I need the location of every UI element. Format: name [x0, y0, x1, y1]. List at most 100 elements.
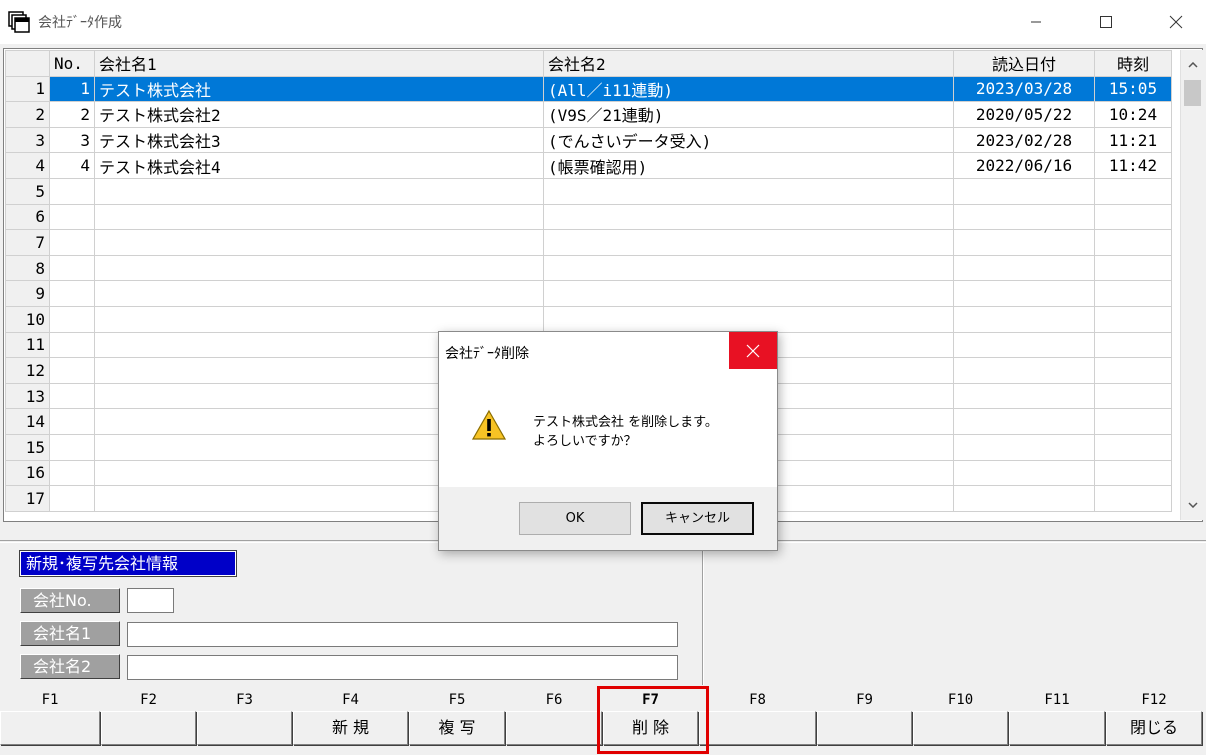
cell-name1[interactable]: テスト株式会社4: [94, 152, 544, 179]
cell-no[interactable]: [49, 229, 95, 256]
fkey-button-f5[interactable]: 複 写: [409, 711, 505, 745]
cell-date[interactable]: [953, 433, 1095, 461]
cell-time[interactable]: [1094, 203, 1172, 231]
cell-no[interactable]: [49, 357, 95, 384]
cell-date[interactable]: 2022/06/16: [953, 152, 1095, 179]
cell-time[interactable]: [1094, 280, 1172, 307]
table-row[interactable]: 3 3 テスト株式会社3 (でんさいデータ受入) 2023/02/28 11:21: [5, 126, 1172, 154]
cancel-button[interactable]: キャンセル: [641, 502, 754, 535]
cell-name2[interactable]: [543, 254, 954, 282]
cell-no[interactable]: [49, 203, 95, 231]
cell-name1[interactable]: [94, 305, 544, 333]
column-header-name2[interactable]: 会社名2: [543, 50, 954, 77]
cell-name1[interactable]: [94, 229, 544, 256]
cell-no[interactable]: [49, 177, 95, 205]
scroll-thumb[interactable]: [1184, 80, 1201, 106]
cell-no[interactable]: [49, 331, 95, 359]
column-header-time[interactable]: 時刻: [1094, 50, 1172, 77]
cell-date[interactable]: [953, 357, 1095, 384]
fkey-button-f6[interactable]: [506, 711, 602, 745]
table-row[interactable]: 10: [5, 305, 1172, 333]
cell-date[interactable]: [953, 177, 1095, 205]
cell-time[interactable]: [1094, 331, 1172, 359]
minimize-button[interactable]: [1013, 0, 1059, 44]
table-row[interactable]: 9: [5, 280, 1172, 307]
row-number[interactable]: 6: [5, 203, 50, 231]
cell-date[interactable]: 2023/02/28: [953, 126, 1095, 154]
cell-date[interactable]: [953, 485, 1095, 512]
row-number[interactable]: 12: [5, 357, 50, 384]
column-header-date[interactable]: 読込日付: [953, 50, 1095, 77]
cell-date[interactable]: [953, 459, 1095, 487]
close-button[interactable]: [1153, 0, 1199, 44]
cell-no[interactable]: [49, 280, 95, 307]
cell-name2[interactable]: [543, 280, 954, 307]
row-number[interactable]: 13: [5, 382, 50, 410]
cell-time[interactable]: 15:05: [1094, 75, 1172, 103]
column-header-no[interactable]: No.: [49, 50, 95, 77]
cell-name1[interactable]: テスト株式会社2: [94, 101, 544, 128]
cell-date[interactable]: [953, 408, 1095, 435]
cell-time[interactable]: [1094, 433, 1172, 461]
cell-name2[interactable]: (All／i11連動): [543, 75, 954, 103]
cell-no[interactable]: [49, 433, 95, 461]
cell-no[interactable]: [49, 459, 95, 487]
cell-date[interactable]: [953, 382, 1095, 410]
company-no-input[interactable]: [127, 588, 174, 613]
cell-no[interactable]: [49, 305, 95, 333]
row-number[interactable]: 1: [5, 75, 50, 103]
fkey-button-f8[interactable]: [699, 711, 816, 745]
table-row[interactable]: 2 2 テスト株式会社2 (V9S／21連動) 2020/05/22 10:24: [5, 101, 1172, 128]
cell-time[interactable]: [1094, 382, 1172, 410]
table-row[interactable]: 7: [5, 229, 1172, 256]
vertical-scrollbar[interactable]: [1180, 50, 1203, 520]
company-name2-input[interactable]: [127, 655, 678, 680]
row-number[interactable]: 11: [5, 331, 50, 359]
cell-time[interactable]: [1094, 408, 1172, 435]
row-number[interactable]: 16: [5, 459, 50, 487]
cell-name1[interactable]: [94, 254, 544, 282]
column-header-name1[interactable]: 会社名1: [94, 50, 544, 77]
ok-button[interactable]: OK: [519, 502, 631, 535]
row-number[interactable]: 2: [5, 101, 50, 128]
table-row[interactable]: 6: [5, 203, 1172, 231]
row-number[interactable]: 14: [5, 408, 50, 435]
cell-time[interactable]: 11:42: [1094, 152, 1172, 179]
table-row[interactable]: 1 1 テスト株式会社 (All／i11連動) 2023/03/28 15:05: [5, 75, 1172, 103]
fkey-button-f2[interactable]: [101, 711, 196, 745]
row-number[interactable]: 4: [5, 152, 50, 179]
fkey-button-f3[interactable]: [197, 711, 292, 745]
row-number[interactable]: 8: [5, 254, 50, 282]
cell-time[interactable]: [1094, 305, 1172, 333]
cell-date[interactable]: [953, 229, 1095, 256]
cell-date[interactable]: 2020/05/22: [953, 101, 1095, 128]
maximize-button[interactable]: [1083, 0, 1129, 44]
cell-no[interactable]: [49, 408, 95, 435]
row-number[interactable]: 17: [5, 485, 50, 512]
scroll-up-button[interactable]: [1181, 54, 1204, 76]
cell-no[interactable]: 4: [49, 152, 95, 179]
cell-name1[interactable]: [94, 280, 544, 307]
cell-time[interactable]: 10:24: [1094, 101, 1172, 128]
row-number[interactable]: 5: [5, 177, 50, 205]
cell-date[interactable]: 2023/03/28: [953, 75, 1095, 103]
fkey-button-f1[interactable]: [0, 711, 100, 745]
cell-name2[interactable]: [543, 177, 954, 205]
cell-name2[interactable]: [543, 305, 954, 333]
cell-name2[interactable]: (帳票確認用): [543, 152, 954, 179]
cell-name1[interactable]: テスト株式会社3: [94, 126, 544, 154]
cell-time[interactable]: [1094, 485, 1172, 512]
cell-no[interactable]: 1: [49, 75, 95, 103]
cell-no[interactable]: [49, 382, 95, 410]
cell-name1[interactable]: テスト株式会社: [94, 75, 544, 103]
cell-no[interactable]: 2: [49, 101, 95, 128]
cell-name2[interactable]: [543, 229, 954, 256]
row-number[interactable]: 15: [5, 433, 50, 461]
cell-name2[interactable]: (でんさいデータ受入): [543, 126, 954, 154]
cell-name2[interactable]: [543, 203, 954, 231]
cell-name1[interactable]: [94, 203, 544, 231]
table-row[interactable]: 4 4 テスト株式会社4 (帳票確認用) 2022/06/16 11:42: [5, 152, 1172, 179]
cell-no[interactable]: [49, 485, 95, 512]
fkey-button-f4[interactable]: 新 規: [293, 711, 408, 745]
cell-no[interactable]: 3: [49, 126, 95, 154]
